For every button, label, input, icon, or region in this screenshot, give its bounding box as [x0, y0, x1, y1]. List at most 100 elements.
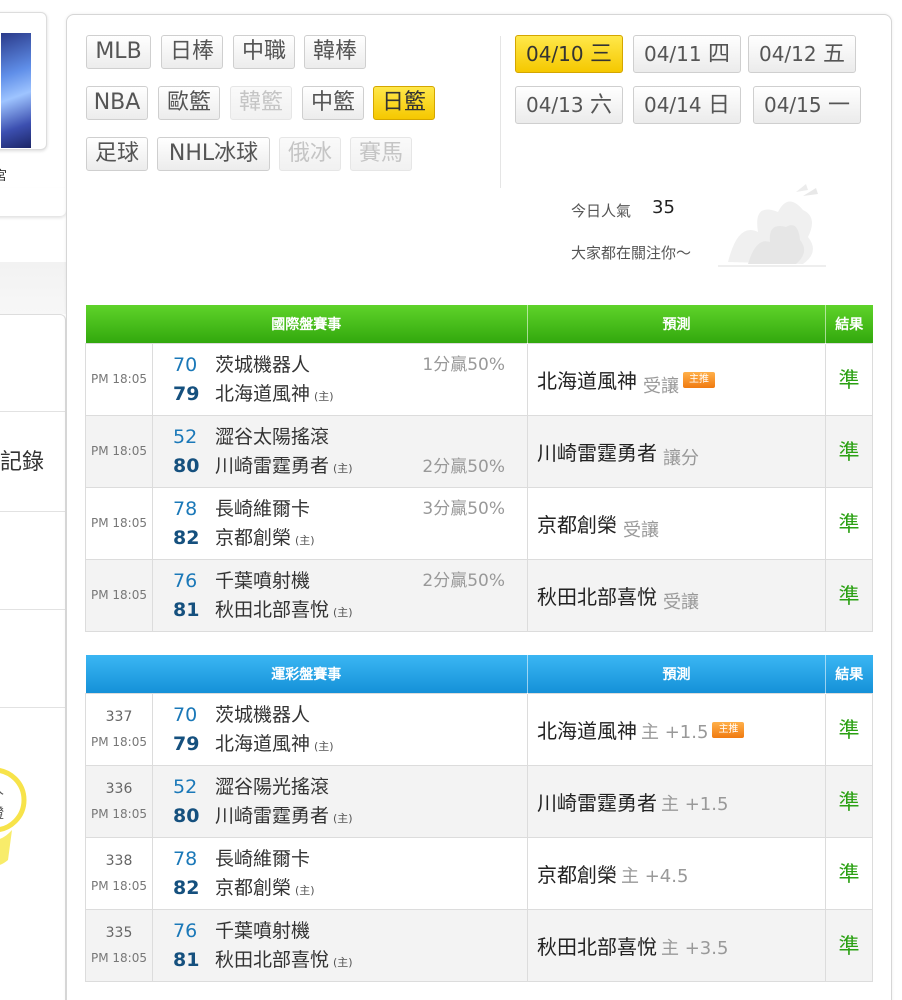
league-kbl-button[interactable]: 韓籃 — [230, 86, 292, 120]
menu-separator — [0, 707, 65, 708]
away-team-name: 澀谷太陽搖滾 — [215, 425, 330, 448]
league-nhl-button[interactable]: NHL冰球 — [157, 137, 270, 171]
matchup-cell: 76 千葉噴射機 81 秋田北部喜悅 (主) — [152, 908, 528, 982]
pick-team: 京都創榮 — [537, 862, 617, 887]
game-time-cell: 336 PM 18:05 — [85, 764, 153, 838]
game-time-cell: 338 PM 18:05 — [85, 836, 153, 910]
away-team: 52 澀谷太陽搖滾 — [173, 424, 329, 450]
home-team: 80 川崎雷霆勇者 (主) — [173, 453, 353, 479]
league-cba-button[interactable]: 中籃 — [302, 86, 364, 120]
home-score: 79 — [173, 732, 200, 755]
home-score: 82 — [173, 526, 200, 549]
result-cell: 準 — [825, 558, 873, 632]
handicap-line: 2分贏50% — [422, 456, 505, 477]
featured-badge: 主推 — [683, 372, 715, 388]
sidebar-menu — [0, 314, 66, 1000]
league-kbo-button[interactable]: 韓棒 — [304, 35, 366, 69]
result-cell: 準 — [825, 692, 873, 766]
featured-badge: 主推 — [712, 722, 745, 738]
league-npb-button[interactable]: 日棒 — [161, 35, 223, 69]
away-team-name: 長崎維爾卡 — [215, 847, 311, 870]
pick-note: 主 +1.5 — [661, 793, 729, 815]
home-score: 80 — [173, 454, 200, 477]
user-avatar-card[interactable] — [0, 12, 47, 150]
home-team-name: 京都創榮 — [215, 526, 292, 549]
pick-note: 主 +4.5 — [621, 865, 689, 887]
table-row: PM 18:05 76 千葉噴射機 81 秋田北部喜悅 (主) 2分贏50% 秋田北部… — [85, 558, 873, 632]
home-team: 79 北海道風神 (主) — [173, 381, 334, 407]
popularity-value: 35 — [652, 197, 675, 218]
away-score: 70 — [173, 703, 198, 726]
league-bleague-button[interactable]: 日籃 — [373, 86, 435, 120]
league-soccer-button[interactable]: 足球 — [86, 137, 148, 171]
sidebar-item-record[interactable]: 記錄 — [0, 444, 44, 476]
home-team-name: 秋田北部喜悅 — [215, 948, 330, 971]
game-code: 337 — [105, 709, 133, 725]
away-team: 76 千葉噴射機 — [173, 568, 310, 594]
away-team-name: 澀谷陽光搖滾 — [215, 775, 330, 798]
weekday-label: 一 — [827, 93, 850, 118]
result-cell: 準 — [825, 836, 873, 910]
date-label: 04/11 — [643, 42, 702, 66]
home-tag: (主) — [295, 883, 315, 897]
game-code: 338 — [105, 853, 133, 869]
date-tab-0414[interactable]: 04/14 日 — [633, 86, 741, 124]
league-nba-button[interactable]: NBA — [86, 86, 148, 120]
handicap-line: 1分贏50% — [422, 354, 505, 375]
game-code: 336 — [105, 781, 133, 797]
pick-team: 川崎雷霆勇者 — [537, 440, 657, 465]
home-score: 81 — [173, 598, 200, 621]
pick-note: 主 +1.5 — [641, 721, 709, 743]
away-team: 76 千葉噴射機 — [173, 918, 310, 944]
menu-separator — [0, 609, 65, 610]
date-label: 04/10 — [525, 42, 584, 66]
prediction-cell: 京都創榮主 +4.5 — [527, 836, 826, 910]
date-tab-0410[interactable]: 04/10 三 — [515, 35, 623, 73]
away-team: 78 長崎維爾卡 — [173, 496, 310, 522]
bulb-text-2: 證 — [0, 805, 4, 822]
home-team-name: 川崎雷霆勇者 — [215, 454, 330, 477]
date-tab-0411[interactable]: 04/11 四 — [633, 35, 741, 73]
weekday-label: 四 — [707, 42, 730, 67]
pick-team: 川崎雷霆勇者 — [537, 790, 657, 815]
away-team: 78 長崎維爾卡 — [173, 846, 310, 872]
away-score: 76 — [173, 569, 198, 592]
game-time-cell: 337 PM 18:05 — [85, 692, 153, 766]
matchup-cell: 52 澀谷太陽搖滾 80 川崎雷霆勇者 (主) 2分贏50% — [152, 414, 528, 488]
table-row: PM 18:05 78 長崎維爾卡 82 京都創榮 (主) 3分贏50% 京都創榮 受讓… — [85, 486, 873, 560]
date-tab-0412[interactable]: 04/12 五 — [748, 35, 856, 73]
date-tab-0415[interactable]: 04/15 一 — [753, 86, 861, 124]
table-row: PM 18:05 52 澀谷太陽搖滾 80 川崎雷霆勇者 (主) 2分贏50% 川崎雷… — [85, 414, 873, 488]
date-tab-0413[interactable]: 04/13 六 — [515, 86, 623, 124]
home-tag: (主) — [314, 389, 334, 403]
away-score: 78 — [173, 497, 198, 520]
game-time: PM 18:05 — [91, 879, 147, 893]
date-label: 04/13 — [525, 93, 584, 117]
sidebar-divider-band — [0, 262, 66, 314]
pick-team: 京都創榮 — [537, 512, 617, 537]
home-score: 82 — [173, 876, 200, 899]
league-euroleague-button[interactable]: 歐籃 — [158, 86, 220, 120]
lightbulb-icon[interactable]: 人 證 — [0, 760, 30, 880]
league-mlb-button[interactable]: MLB — [86, 35, 151, 69]
away-team-name: 長崎維爾卡 — [215, 497, 311, 520]
lottery-odds-table: 運彩盤賽事 預測 結果 337 PM 18:05 70 茨城機器人 79 北海道風神(… — [85, 655, 873, 982]
matchup-cell: 70 茨城機器人 79 北海道風神 (主) 1分贏50% — [152, 342, 528, 416]
game-time: PM 18:05 — [91, 951, 147, 965]
league-horse-racing-button[interactable]: 賽馬 — [350, 137, 412, 171]
home-tag: (主) — [333, 955, 353, 969]
home-team: 81 秋田北部喜悅 (主) — [173, 947, 353, 973]
popularity-message: 大家都在關注你～ — [571, 244, 692, 262]
home-tag: (主) — [333, 605, 353, 619]
game-time: PM 18:05 — [85, 558, 153, 632]
menu-separator — [0, 411, 65, 412]
intl-header-prediction: 預測 — [527, 305, 826, 343]
league-khl-button[interactable]: 俄冰 — [279, 137, 341, 171]
away-score: 52 — [173, 775, 198, 798]
league-cpbl-button[interactable]: 中職 — [233, 35, 295, 69]
away-team: 70 茨城機器人 — [173, 352, 310, 378]
game-time: PM 18:05 — [85, 342, 153, 416]
weekday-label: 五 — [822, 42, 845, 67]
weekday-label: 三 — [589, 42, 612, 67]
prediction-cell: 川崎雷霆勇者 讓分 — [527, 414, 826, 488]
